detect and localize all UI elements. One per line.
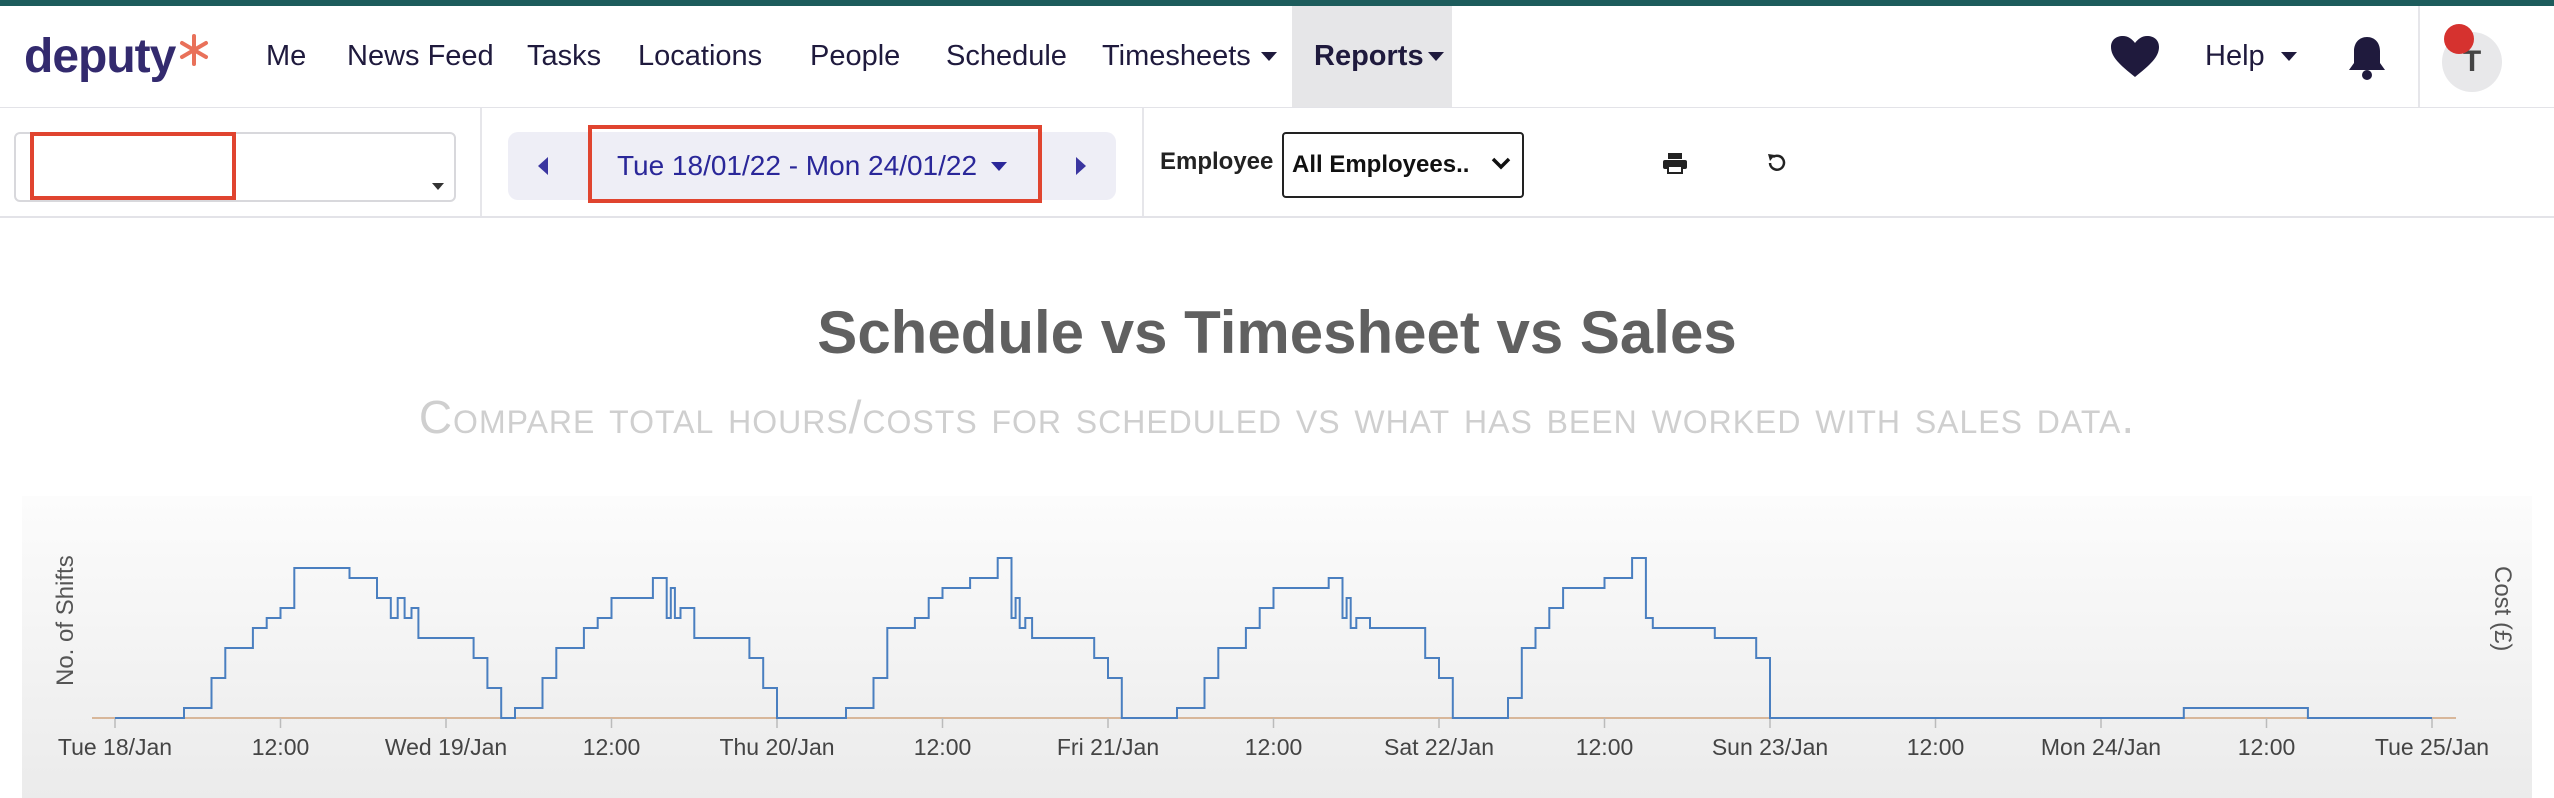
nav-news-feed[interactable]: News Feed [347,6,494,107]
print-icon[interactable] [1658,148,1692,178]
nav-reports-label: Reports [1314,40,1424,72]
x-tick-label: 12:00 [252,734,310,760]
report-toolbar: Tue 18/01/22 - Mon 24/01/22 Employee All… [0,108,2554,218]
logo-wordmark: deputy [24,29,176,83]
nav-schedule[interactable]: Schedule [946,6,1067,107]
chevron-down-icon [1260,52,1277,61]
nav-me-label: Me [266,40,307,72]
nav-locations-label: Locations [638,40,763,72]
nav-divider [2418,6,2420,107]
x-tick-label: Fri 21/Jan [1057,734,1159,760]
employee-select-value: All Employees.. [1292,151,1470,178]
nav-tasks-label: Tasks [527,40,602,72]
nav-people-label: People [810,40,901,72]
chevron-down-icon [2280,52,2297,61]
toolbar-divider [480,108,482,216]
employee-select[interactable]: All Employees.. [1282,132,1524,198]
nav-help[interactable]: Help [2205,6,2297,107]
highlight-box-location [30,132,236,200]
x-tick-label: Sat 22/Jan [1384,734,1494,760]
nav-tasks[interactable]: Tasks [527,6,601,107]
logo-star-icon [180,34,209,66]
nav-help-label: Help [2205,40,2265,72]
nav-reports[interactable]: Reports [1292,6,1452,107]
nav-timesheets[interactable]: Timesheets [1102,6,1277,107]
deputy-logo[interactable]: deputy [24,28,211,84]
chevron-left-icon [538,157,548,175]
x-tick-label: 12:00 [583,734,641,760]
employee-label: Employee [1160,148,1274,175]
nav-news-feed-label: News Feed [347,40,494,72]
nav-me[interactable]: Me [266,6,306,107]
heart-icon[interactable] [2108,32,2162,82]
nav-locations[interactable]: Locations [638,6,762,107]
top-navbar: deputy Me News Feed Tasks Locations Peop… [0,6,2554,109]
x-tick-label: Tue 18/Jan [58,734,172,760]
nav-schedule-label: Schedule [946,40,1067,72]
notification-badge [2444,24,2474,54]
x-tick-label: Thu 20/Jan [719,734,834,760]
nav-timesheets-label: Timesheets [1102,40,1251,72]
x-tick-label: Tue 25/Jan [2375,734,2489,760]
x-tick-label: Mon 24/Jan [2041,734,2161,760]
report-content: Schedule vs Timesheet vs Sales Compare t… [0,218,2554,798]
chevron-down-icon [432,183,444,190]
next-week-button[interactable] [1046,132,1116,200]
chevron-right-icon [1076,157,1086,175]
series-line-0 [115,557,2432,719]
highlight-box-date-range [588,125,1042,203]
x-tick-label: Sun 23/Jan [1712,734,1828,760]
x-tick-label: 12:00 [1576,734,1634,760]
previous-week-button[interactable] [508,132,578,200]
x-tick-label: 12:00 [1245,734,1303,760]
x-tick-label: 12:00 [914,734,972,760]
x-tick-label: 12:00 [2238,734,2296,760]
x-tick-label: Wed 19/Jan [385,734,507,760]
bell-icon[interactable] [2342,32,2392,84]
toolbar-divider [1142,108,1144,216]
chevron-down-icon [1427,52,1444,61]
chevron-down-icon [1491,157,1511,170]
refresh-icon[interactable] [1760,148,1794,178]
shifts-chart: Tue 18/Jan 12:00 Wed 19/Jan 12:00 Thu 20/Jan… [58,557,2489,760]
x-tick-label: 12:00 [1907,734,1965,760]
nav-people[interactable]: People [810,6,900,107]
